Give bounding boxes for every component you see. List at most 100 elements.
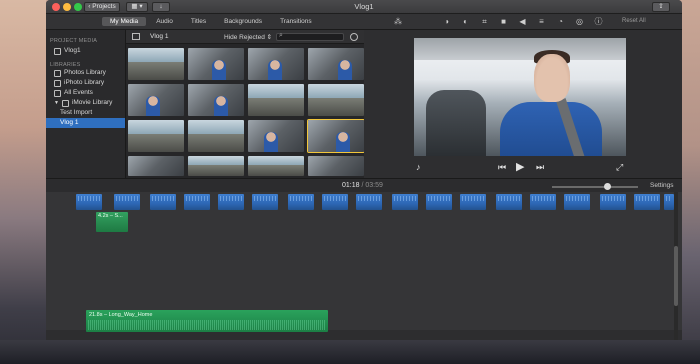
tab-my-media[interactable]: My Media [102, 17, 147, 26]
share-icon: ⇪ [658, 3, 664, 10]
media-thumbnail[interactable] [248, 156, 304, 176]
video-clip[interactable] [356, 194, 382, 210]
video-clip[interactable] [322, 194, 348, 210]
timeline-scrollbar-thumb[interactable] [674, 246, 678, 306]
filter-icon[interactable]: ◎ [575, 17, 584, 26]
skip-back-icon[interactable]: ⏮ [498, 162, 506, 172]
magic-wand-icon[interactable]: ⁂ [394, 17, 402, 26]
tab-backgrounds[interactable]: Backgrounds [216, 17, 270, 26]
video-clip[interactable] [634, 194, 660, 210]
video-clip[interactable] [184, 194, 210, 210]
skip-forward-icon[interactable]: ⏭ [536, 162, 544, 172]
sidebar-item-photos-library[interactable]: Photos Library [46, 68, 125, 78]
sidebar-item-label: Test Import [60, 109, 93, 116]
media-thumbnail[interactable] [248, 120, 304, 152]
speed-icon[interactable]: ◔ [556, 17, 565, 26]
video-clip[interactable] [114, 194, 140, 210]
video-clip[interactable] [150, 194, 176, 210]
iphoto-library-icon [54, 79, 61, 87]
sidebar-item-vlog1-project[interactable]: Vlog1 [46, 46, 125, 56]
media-thumbnail[interactable] [188, 48, 244, 80]
video-preview[interactable] [414, 38, 626, 156]
audio-clip[interactable]: 4.2s – S... [96, 212, 128, 232]
reset-all-button[interactable]: Reset All [622, 18, 646, 24]
sidebar-item-iphoto-library[interactable]: iPhoto Library [46, 78, 125, 88]
timeline-settings-button[interactable]: Settings [650, 182, 674, 189]
media-thumbnail[interactable] [308, 156, 364, 176]
media-thumbnail[interactable] [128, 48, 184, 80]
sidebar-toggle-icon[interactable] [132, 33, 140, 40]
media-thumbnail[interactable] [308, 84, 364, 116]
project-icon [54, 47, 61, 55]
video-clip[interactable] [600, 194, 626, 210]
desktop-background-left [0, 0, 46, 364]
video-clip[interactable] [530, 194, 556, 210]
video-clip[interactable] [496, 194, 522, 210]
video-clip[interactable] [288, 194, 314, 210]
fullscreen-icon[interactable]: ⤢ [616, 162, 623, 172]
search-icon: ⌕ [279, 32, 283, 39]
sidebar-item-label: Photos Library [64, 69, 106, 76]
tab-audio[interactable]: Audio [148, 17, 181, 26]
imovie-library-icon [61, 99, 69, 107]
media-thumbnail[interactable] [128, 84, 184, 116]
sidebar-item-label: Vlog1 [64, 47, 81, 54]
desktop-background-right [682, 0, 700, 364]
video-clip[interactable] [564, 194, 590, 210]
volume-icon[interactable]: ◀ [518, 17, 527, 26]
sidebar-item-imovie-library[interactable]: ▼ iMovie Library [46, 98, 125, 108]
media-thumbnail[interactable] [308, 48, 364, 80]
video-clip[interactable] [392, 194, 418, 210]
media-thumbnail[interactable] [248, 48, 304, 80]
sidebar-item-test-import[interactable]: Test Import [46, 108, 125, 118]
media-thumbnail[interactable] [128, 120, 184, 152]
music-clip-label: 21.8s – Long_Way_Home [89, 312, 153, 318]
tab-titles[interactable]: Titles [183, 17, 214, 26]
background-music-clip[interactable]: 21.8s – Long_Way_Home [86, 310, 328, 332]
media-thumbnail[interactable] [188, 120, 244, 152]
tab-transitions[interactable]: Transitions [272, 17, 320, 26]
media-thumbnail[interactable] [128, 156, 184, 176]
video-clip[interactable] [426, 194, 452, 210]
color-balance-icon[interactable]: ◑ [442, 17, 451, 26]
audio-waveform [88, 320, 326, 330]
media-thumbnail[interactable] [188, 84, 244, 116]
sidebar-item-all-events[interactable]: All Events [46, 88, 125, 98]
libraries-sidebar: PROJECT MEDIA Vlog1 LIBRARIES Photos Lib… [46, 30, 126, 178]
imovie-window: ‹ Projects ▦ ▾ ↓ Vlog1 ⇪ My Media Audio … [46, 0, 682, 340]
video-clip[interactable] [664, 194, 674, 210]
title-bar: ‹ Projects ▦ ▾ ↓ Vlog1 ⇪ [46, 0, 682, 14]
window-title: Vlog1 [354, 2, 374, 11]
video-clip[interactable] [218, 194, 244, 210]
share-button[interactable]: ⇪ [652, 2, 670, 12]
star-icon [54, 89, 61, 97]
adjustment-tools: ◑ ◐ ⌗ ■ ◀ ≡ ◔ ◎ ⓘ [442, 17, 603, 26]
search-input[interactable]: ⌕ [276, 32, 344, 41]
media-thumbnail[interactable] [248, 84, 304, 116]
gear-icon[interactable] [350, 33, 358, 41]
microphone-icon[interactable]: ♪ [416, 162, 421, 172]
play-icon[interactable]: ▶ [516, 162, 524, 173]
video-clip[interactable] [76, 194, 102, 210]
video-clip[interactable] [252, 194, 278, 210]
equalizer-icon[interactable]: ≡ [537, 17, 546, 26]
media-thumbnail[interactable] [188, 156, 244, 176]
timecode: 01:18 / 03:59 [342, 182, 383, 189]
color-correction-icon[interactable]: ◐ [461, 17, 470, 26]
sidebar-item-vlog-1[interactable]: Vlog 1 [46, 118, 125, 128]
crop-icon[interactable]: ⌗ [480, 17, 489, 26]
timeline-header: 01:18 / 03:59 Settings [46, 178, 682, 192]
zoom-slider-knob[interactable] [604, 183, 611, 190]
browser-toolbar: Vlog 1 Hide Rejected ⇕ ⌕ [126, 30, 364, 44]
video-clip[interactable] [460, 194, 486, 210]
info-icon[interactable]: ⓘ [594, 17, 603, 26]
stabilization-icon[interactable]: ■ [499, 17, 508, 26]
sidebar-item-label: Vlog 1 [60, 119, 79, 126]
timeline[interactable]: 4.2s – S... 21.8s – Long_Way_Home [46, 192, 682, 340]
hide-rejected-dropdown[interactable]: Hide Rejected ⇕ [224, 33, 272, 41]
media-thumbnail[interactable] [307, 119, 365, 153]
timeline-zoom-slider[interactable] [552, 183, 638, 190]
desktop-background-bottom [0, 340, 700, 364]
disclosure-triangle-icon[interactable]: ▼ [54, 98, 59, 108]
chevron-updown-icon: ⇕ [266, 34, 273, 41]
